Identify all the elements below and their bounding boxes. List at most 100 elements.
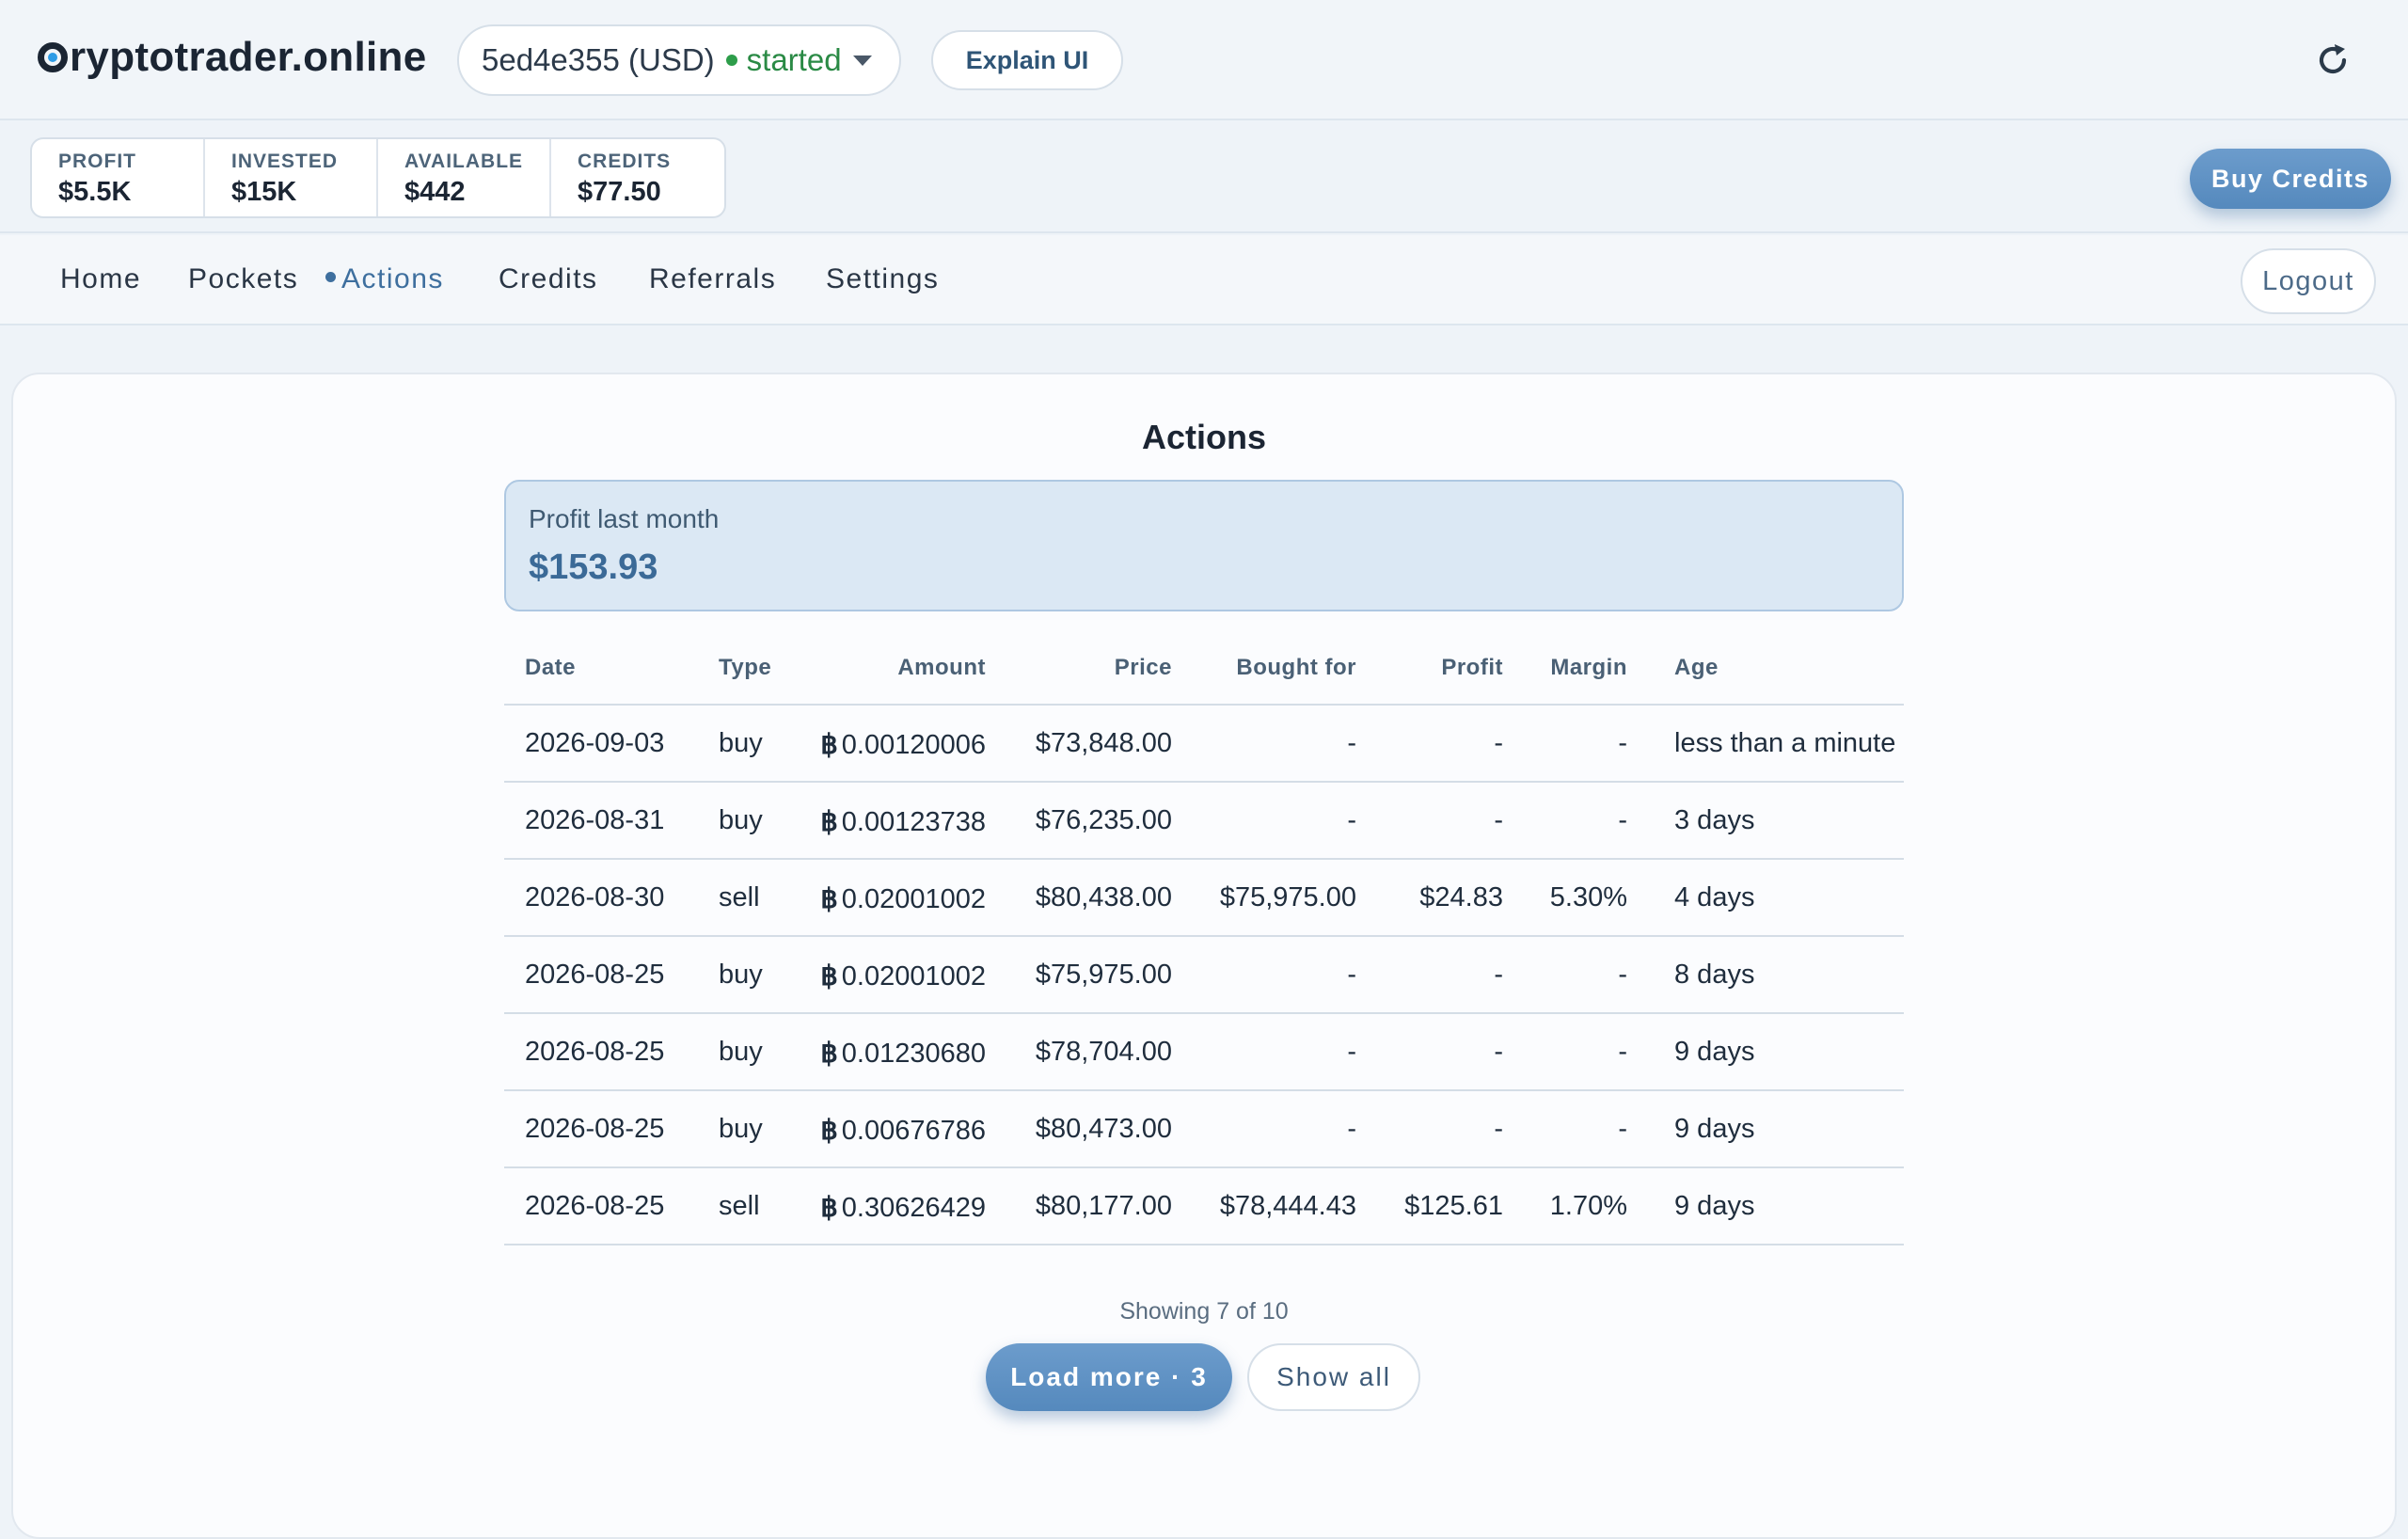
chevron-down-icon (852, 55, 872, 66)
cell-margin: - (1618, 728, 1627, 758)
cell-amount: ฿ 0.00120006 (820, 728, 986, 761)
cell-age: 9 days (1674, 1037, 1755, 1067)
profit-value: $153.93 (529, 547, 658, 587)
cell-type: buy (719, 1114, 763, 1144)
stat-available: AVAILABLE $442 (378, 139, 551, 216)
profit-summary-box: Profit last month $153.93 (504, 480, 1904, 611)
stat-label: PROFIT (58, 151, 136, 172)
column-header-profit[interactable]: Profit (1441, 655, 1503, 681)
stat-value: $442 (404, 177, 466, 207)
nav-item-referrals[interactable]: Referrals (649, 263, 776, 295)
stat-credits: CREDITS $77.50 (551, 139, 724, 216)
column-header-age[interactable]: Age (1674, 655, 1719, 681)
bitcoin-icon: ฿ (820, 1116, 838, 1146)
amount-value: 0.00120006 (841, 730, 986, 760)
nav-item-actions[interactable]: Actions (325, 263, 444, 295)
stat-label: INVESTED (231, 151, 339, 172)
status-dot-icon (725, 55, 737, 66)
table-row: 2026-08-25 buy ฿ 0.01230680 $78,704.00 - - - 9 d… (504, 1014, 1904, 1091)
table-row: 2026-09-03 buy ฿ 0.00120006 $73,848.00 - - - les… (504, 706, 1904, 783)
cell-date: 2026-09-03 (525, 728, 665, 758)
cell-date: 2026-08-25 (525, 1114, 665, 1144)
cell-price: $73,848.00 (1035, 728, 1172, 758)
show-all-button[interactable]: Show all (1247, 1343, 1420, 1411)
column-header-type[interactable]: Type (719, 655, 771, 681)
amount-value: 0.00123738 (841, 807, 986, 837)
stats-summary: PROFIT $5.5K INVESTED $15K AVAILABLE $44… (30, 137, 726, 218)
cell-type: sell (719, 1191, 760, 1221)
stat-profit: PROFIT $5.5K (32, 139, 205, 216)
cell-age: 3 days (1674, 805, 1755, 835)
cell-bought-for: - (1347, 1114, 1356, 1144)
refresh-icon[interactable] (2314, 41, 2352, 79)
showing-count: Showing 7 of 10 (1119, 1298, 1289, 1325)
cell-price: $80,177.00 (1035, 1191, 1172, 1221)
cell-amount: ฿ 0.02001002 (820, 882, 986, 915)
cell-date: 2026-08-25 (525, 960, 665, 990)
pocket-id: 5ed4e355 (USD) (482, 42, 715, 77)
pocket-selector[interactable]: 5ed4e355 (USD) started (457, 24, 901, 96)
logout-button[interactable]: Logout (2241, 248, 2376, 314)
cell-price: $76,235.00 (1035, 805, 1172, 835)
logo-mark-icon (38, 42, 68, 72)
amount-value: 0.00676786 (841, 1116, 986, 1146)
top-bar: ryptotrader.online 5ed4e355 (USD) starte… (0, 0, 2408, 120)
cell-amount: ฿ 0.02001002 (820, 960, 986, 992)
table-header: Date Type Amount Price Bought for Profit… (504, 630, 1904, 706)
cell-bought-for: $78,444.43 (1219, 1191, 1356, 1221)
table-row: 2026-08-25 sell ฿ 0.30626429 $80,177.00 $78,4… (504, 1168, 1904, 1245)
load-more-button[interactable]: Load more · 3 (986, 1343, 1232, 1411)
cell-price: $78,704.00 (1035, 1037, 1172, 1067)
cell-price: $75,975.00 (1035, 960, 1172, 990)
cell-amount: ฿ 0.00123738 (820, 805, 986, 838)
table-row: 2026-08-31 buy ฿ 0.00123738 $76,235.00 - - - 3 d… (504, 783, 1904, 860)
table-row: 2026-08-25 buy ฿ 0.02001002 $75,975.00 - - - 8 d… (504, 937, 1904, 1014)
active-dot-icon (325, 271, 336, 282)
column-header-amount[interactable]: Amount (897, 655, 986, 681)
cell-type: buy (719, 728, 763, 758)
stat-value: $5.5K (58, 177, 132, 207)
cell-type: buy (719, 1037, 763, 1067)
cell-margin: - (1618, 1114, 1627, 1144)
cell-margin: 1.70% (1549, 1191, 1627, 1221)
column-header-margin[interactable]: Margin (1550, 655, 1627, 681)
bitcoin-icon: ฿ (820, 1039, 838, 1069)
logo-text: ryptotrader.online (70, 34, 427, 80)
explain-ui-button[interactable]: Explain UI (931, 30, 1123, 90)
profit-label: Profit last month (529, 504, 720, 533)
stats-bar: PROFIT $5.5K INVESTED $15K AVAILABLE $44… (0, 122, 2408, 233)
cell-date: 2026-08-31 (525, 805, 665, 835)
cell-amount: ฿ 0.00676786 (820, 1114, 986, 1147)
cell-date: 2026-08-25 (525, 1191, 665, 1221)
bitcoin-icon: ฿ (820, 730, 838, 760)
cell-bought-for: - (1347, 728, 1356, 758)
cell-price: $80,438.00 (1035, 882, 1172, 912)
column-header-date[interactable]: Date (525, 655, 576, 681)
stat-label: AVAILABLE (404, 151, 524, 172)
bitcoin-icon: ฿ (820, 884, 838, 914)
pocket-status: started (746, 42, 842, 77)
stat-value: $77.50 (578, 177, 661, 207)
cell-type: buy (719, 805, 763, 835)
cell-age: 9 days (1674, 1191, 1755, 1221)
amount-value: 0.02001002 (841, 961, 986, 992)
cell-bought-for: - (1347, 1037, 1356, 1067)
cell-margin: - (1618, 1037, 1627, 1067)
cell-profit: - (1494, 1114, 1503, 1144)
column-header-price[interactable]: Price (1115, 655, 1172, 681)
logo[interactable]: ryptotrader.online (38, 34, 426, 81)
bitcoin-icon: ฿ (820, 961, 838, 992)
column-header-bought-for[interactable]: Bought for (1236, 655, 1356, 681)
nav-item-settings[interactable]: Settings (826, 263, 939, 295)
page-title: Actions (1141, 418, 1266, 456)
bitcoin-icon: ฿ (820, 807, 838, 837)
nav-item-pockets[interactable]: Pockets (188, 263, 298, 295)
nav-item-home[interactable]: Home (60, 263, 141, 295)
cell-bought-for: - (1347, 805, 1356, 835)
cell-type: sell (719, 882, 760, 912)
cell-margin: 5.30% (1549, 882, 1627, 912)
cell-age: 8 days (1674, 960, 1755, 990)
buy-credits-button[interactable]: Buy Credits (2190, 149, 2391, 209)
table-row: 2026-08-25 buy ฿ 0.00676786 $80,473.00 - - - 9 d… (504, 1091, 1904, 1168)
nav-item-credits[interactable]: Credits (499, 263, 598, 295)
